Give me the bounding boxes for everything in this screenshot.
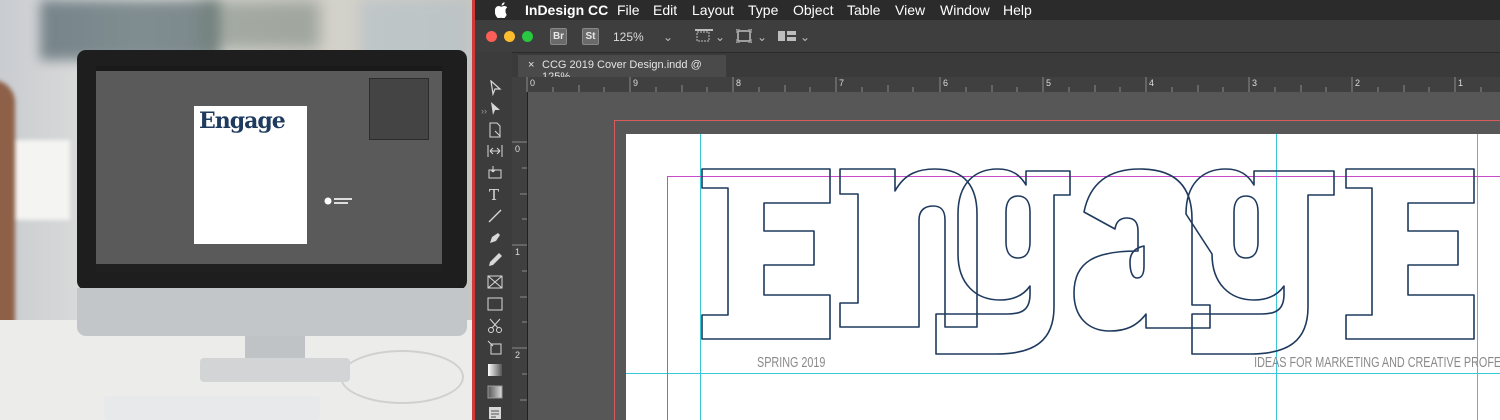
ruler-label: 1 (515, 247, 521, 257)
chevron-down-icon[interactable]: ⌄ (800, 30, 810, 44)
menu-file[interactable]: File (617, 2, 640, 18)
background-blur (200, 0, 320, 50)
ruler-label: 8 (736, 78, 742, 88)
ruler-label: 9 (633, 78, 639, 88)
note-tool-icon[interactable] (487, 405, 503, 420)
ruler-label: 1 (1458, 78, 1464, 88)
rectangle-tool-icon[interactable] (487, 296, 503, 312)
mini-menubar (96, 66, 442, 71)
cable (340, 350, 464, 404)
background-shelf (10, 140, 70, 220)
stock-button[interactable]: St (582, 28, 599, 45)
screen-mode-icon[interactable] (736, 29, 752, 43)
ruler-label: 2 (515, 350, 521, 360)
ruler-label: 6 (943, 78, 949, 88)
menu-help[interactable]: Help (1003, 2, 1032, 18)
season-label[interactable]: SPRING 2019 (757, 354, 825, 371)
arrange-documents-icon[interactable] (778, 29, 796, 43)
menu-edit[interactable]: Edit (653, 2, 677, 18)
rectangle-frame-icon[interactable] (487, 274, 503, 290)
ruler-label: 0 (530, 78, 536, 88)
imac-chin (77, 288, 467, 336)
document-canvas[interactable]: SPRING 2019 IDEAS FOR MARKETING AND CREA… (528, 92, 1500, 420)
pen-tool-icon[interactable] (487, 230, 503, 246)
tagline-label[interactable]: IDEAS FOR MARKETING AND CREATIVE PROFESS… (1254, 354, 1500, 371)
type-tool-icon[interactable]: T (487, 186, 503, 202)
ruler-label: 2 (1355, 78, 1361, 88)
ruler-label: 4 (1149, 78, 1155, 88)
minimize-window-button[interactable] (504, 31, 515, 42)
close-window-button[interactable] (486, 31, 497, 42)
pencil-tool-icon[interactable] (487, 252, 503, 268)
direct-selection-icon[interactable] (487, 101, 503, 117)
horizontal-ruler[interactable]: 0 9 8 7 6 5 4 3 2 1 (512, 77, 1500, 93)
chevron-down-icon[interactable]: ⌄ (663, 30, 673, 44)
menu-type[interactable]: Type (748, 2, 778, 18)
mini-panel (369, 78, 429, 140)
bridge-button[interactable]: Br (550, 28, 567, 45)
ruler-label: 7 (839, 78, 845, 88)
ruler-label: 5 (1046, 78, 1052, 88)
page-tool-icon[interactable] (487, 122, 503, 138)
menu-bar: InDesign CC File Edit Layout Type Object… (475, 0, 1500, 20)
frame-edges-icon[interactable] (695, 29, 713, 43)
selection-icon[interactable] (487, 80, 503, 96)
chevron-down-icon[interactable]: ⌄ (757, 30, 767, 44)
chevron-down-icon[interactable]: ⌄ (715, 30, 725, 44)
zoom-window-button[interactable] (522, 31, 533, 42)
content-collector-icon[interactable] (487, 164, 503, 180)
imac-foot (200, 358, 350, 382)
ruler-ticks (526, 77, 1482, 92)
document-tab[interactable]: × CCG 2019 Cover Design.indd @ 125% (518, 55, 726, 83)
line-tool-icon[interactable] (487, 208, 503, 224)
menu-layout[interactable]: Layout (692, 2, 734, 18)
gradient-feather-icon[interactable] (487, 384, 503, 400)
menu-object[interactable]: Object (793, 2, 833, 18)
zoom-level-field[interactable]: 125% (613, 30, 644, 44)
svg-text:T: T (489, 186, 499, 202)
keyboard (104, 396, 320, 420)
mini-cover-page: Engage (194, 106, 307, 244)
vertical-ruler[interactable]: 0 1 2 (512, 92, 528, 420)
apple-icon[interactable] (495, 2, 509, 18)
ruler-label: 0 (515, 144, 521, 154)
gap-tool-icon[interactable] (487, 143, 503, 159)
mini-masthead: Engage (199, 108, 286, 134)
mini-logo-icon (324, 197, 352, 205)
mini-dock (96, 264, 442, 272)
office-photo: Engage (0, 0, 472, 420)
free-transform-icon[interactable] (487, 340, 503, 356)
close-tab-icon[interactable]: × (528, 59, 534, 71)
imac-screen: Engage (96, 66, 442, 272)
scissors-icon[interactable] (487, 318, 503, 334)
menu-table[interactable]: Table (847, 2, 880, 18)
menu-window[interactable]: Window (940, 2, 990, 18)
menu-view[interactable]: View (895, 2, 925, 18)
gradient-swatch-icon[interactable] (487, 362, 503, 378)
indesign-window: InDesign CC File Edit Layout Type Object… (475, 0, 1500, 420)
app-name-menu[interactable]: InDesign CC (525, 2, 608, 18)
ruler-label: 3 (1252, 78, 1258, 88)
